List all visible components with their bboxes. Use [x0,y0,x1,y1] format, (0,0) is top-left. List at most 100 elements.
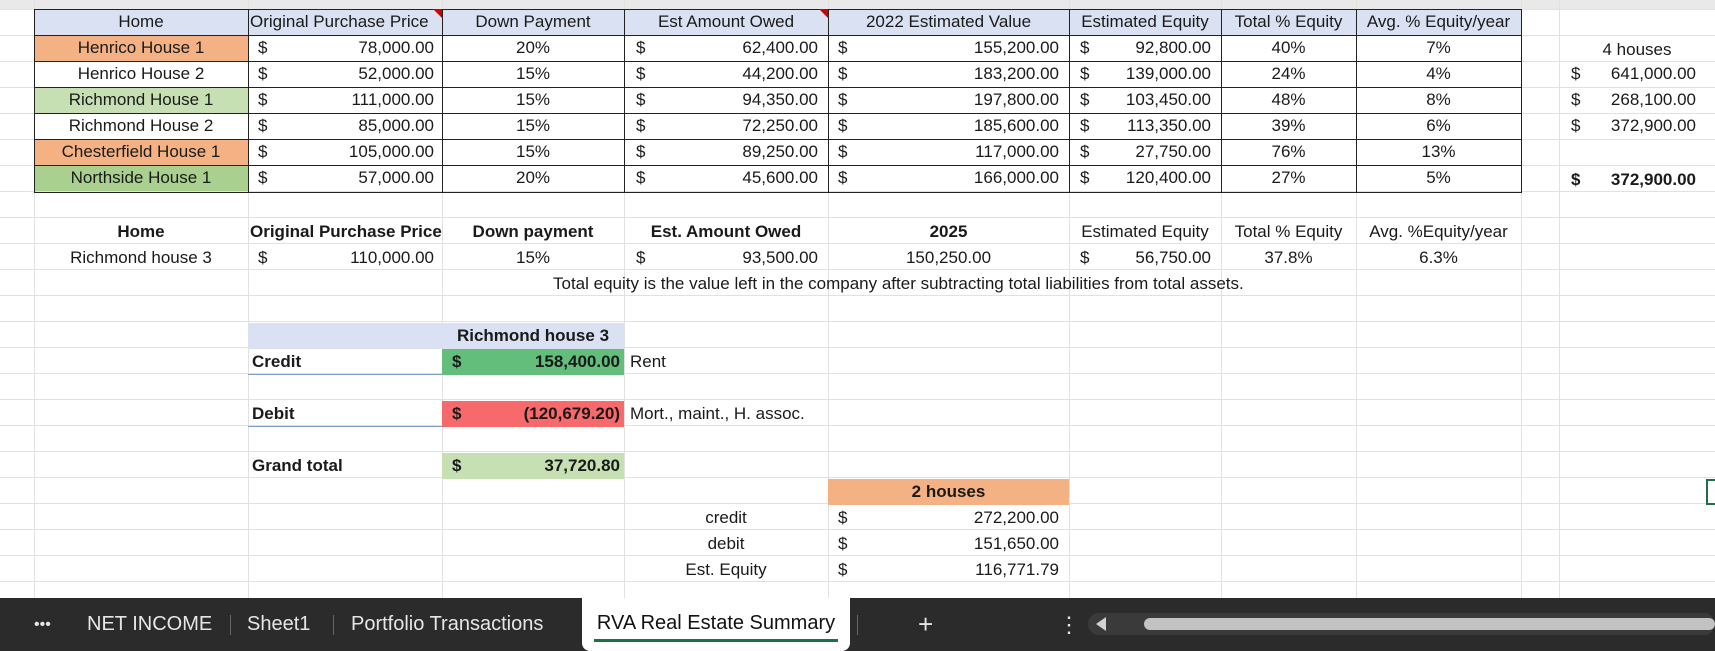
row-original-price[interactable]: 85,000.00 [262,113,438,139]
side-label-4-houses[interactable]: 4 houses [1559,37,1715,63]
credit-value[interactable]: 158,400.00 [442,349,624,375]
table2-header-home[interactable]: Home [34,219,248,245]
row-down-payment[interactable]: 15% [442,113,624,139]
ledger-title[interactable]: Richmond house 3 [442,323,624,349]
row-2022-value[interactable]: 197,800.00 [852,87,1063,113]
row-est-owed[interactable]: 62,400.00 [650,35,822,61]
header-original-price[interactable]: Original Purchase Price [248,9,442,35]
row-home-name[interactable]: Chesterfield House 1 [34,139,248,165]
row-estimated-equity[interactable]: 120,400.00 [1094,165,1215,191]
header-down-payment[interactable]: Down Payment [442,9,624,35]
row-original-price[interactable]: 52,000.00 [262,61,438,87]
tab-rva-real-estate-summary[interactable]: RVA Real Estate Summary [582,598,850,651]
row-total-pct[interactable]: 48% [1221,87,1356,113]
row-estimated-equity[interactable]: 139,000.00 [1094,61,1215,87]
credit-label[interactable]: Credit [248,349,442,375]
tab-portfolio-transactions[interactable]: Portfolio Transactions [351,598,543,651]
row-down-payment[interactable]: 20% [442,165,624,191]
table2-owed[interactable]: 93,500.00 [650,245,822,271]
debit-note[interactable]: Mort., maint., H. assoc. [626,401,836,427]
row-down-payment[interactable]: 15% [442,61,624,87]
row-2022-value[interactable]: 155,200.00 [852,35,1063,61]
side-value[interactable]: 268,100.00 [1585,87,1700,113]
row-avg-pct[interactable]: 4% [1356,61,1521,87]
header-home[interactable]: Home [34,9,248,35]
two-houses-title[interactable]: 2 houses [828,479,1069,505]
debit-value[interactable]: (120,679.20) [442,401,624,427]
row-estimated-equity[interactable]: 92,800.00 [1094,35,1215,61]
two-houses-value[interactable]: 151,650.00 [852,531,1063,557]
row-2022-value[interactable]: 166,000.00 [852,165,1063,191]
credit-note[interactable]: Rent [626,349,726,375]
row-est-owed[interactable]: 44,200.00 [650,61,822,87]
row-estimated-equity[interactable]: 113,350.00 [1094,113,1215,139]
header-total-pct-equity[interactable]: Total % Equity [1221,9,1356,35]
table2-header-price[interactable]: Original Purchase Price [248,219,442,245]
row-home-name[interactable]: Northside House 1 [34,165,248,191]
row-home-name[interactable]: Henrico House 1 [34,35,248,61]
row-est-owed[interactable]: 45,600.00 [650,165,822,191]
header-avg-pct-equity[interactable]: Avg. % Equity/year [1356,9,1521,35]
row-est-owed[interactable]: 94,350.00 [650,87,822,113]
side-value[interactable]: 372,900.00 [1585,113,1700,139]
table2-avg-pct[interactable]: 6.3% [1356,245,1521,271]
row-down-payment[interactable]: 15% [442,87,624,113]
grand-total-value[interactable]: 37,720.80 [442,453,624,479]
row-avg-pct[interactable]: 6% [1356,113,1521,139]
table2-total-pct[interactable]: 37.8% [1221,245,1356,271]
table2-header-total-pct[interactable]: Total % Equity [1221,219,1356,245]
debit-label[interactable]: Debit [248,401,442,427]
row-est-owed[interactable]: 72,250.00 [650,113,822,139]
sheet-options-icon[interactable]: ⋮ [1058,598,1080,651]
scroll-left-arrow-icon[interactable] [1096,617,1106,631]
row-down-payment[interactable]: 15% [442,139,624,165]
row-total-pct[interactable]: 24% [1221,61,1356,87]
two-houses-value[interactable]: 272,200.00 [852,505,1063,531]
row-home-name[interactable]: Richmond House 1 [34,87,248,113]
tab-sheet1[interactable]: Sheet1 [247,598,310,651]
table2-home[interactable]: Richmond house 3 [34,245,248,271]
header-2022-value[interactable]: 2022 Estimated Value [828,9,1069,35]
equity-definition-note[interactable]: Total equity is the value left in the co… [549,271,1349,297]
table2-down[interactable]: 15% [442,245,624,271]
row-avg-pct[interactable]: 7% [1356,35,1521,61]
row-original-price[interactable]: 105,000.00 [262,139,438,165]
row-2022-value[interactable]: 185,600.00 [852,113,1063,139]
row-est-owed[interactable]: 89,250.00 [650,139,822,165]
horizontal-scrollbar[interactable] [1088,613,1715,635]
table2-header-avg-pct[interactable]: Avg. %Equity/year [1356,219,1521,245]
row-estimated-equity[interactable]: 27,750.00 [1094,139,1215,165]
row-avg-pct[interactable]: 13% [1356,139,1521,165]
table2-header-down[interactable]: Down payment [442,219,624,245]
add-sheet-icon[interactable]: + [918,598,933,651]
table2-value[interactable]: 150,250.00 [828,245,1069,271]
row-2022-value[interactable]: 183,200.00 [852,61,1063,87]
two-houses-label[interactable]: credit [624,505,828,531]
row-home-name[interactable]: Henrico House 2 [34,61,248,87]
row-avg-pct[interactable]: 8% [1356,87,1521,113]
row-home-name[interactable]: Richmond House 2 [34,113,248,139]
header-est-amount-owed[interactable]: Est Amount Owed [624,9,828,35]
spreadsheet-grid[interactable]: Home Original Purchase Price Down Paymen… [0,0,1715,598]
row-original-price[interactable]: 57,000.00 [262,165,438,191]
row-total-pct[interactable]: 76% [1221,139,1356,165]
row-avg-pct[interactable]: 5% [1356,165,1521,191]
table2-header-2025[interactable]: 2025 [828,219,1069,245]
side-value[interactable]: 641,000.00 [1585,61,1700,87]
two-houses-value[interactable]: 116,771.79 [852,557,1063,583]
row-total-pct[interactable]: 39% [1221,113,1356,139]
scrollbar-thumb[interactable] [1144,618,1715,630]
table2-price[interactable]: 110,000.00 [262,245,438,271]
side-total-value[interactable]: 372,900.00 [1585,167,1700,193]
selected-cell-indicator[interactable] [1706,479,1715,505]
row-original-price[interactable]: 111,000.00 [262,87,438,113]
row-estimated-equity[interactable]: 103,450.00 [1094,87,1215,113]
two-houses-label[interactable]: debit [624,531,828,557]
row-original-price[interactable]: 78,000.00 [262,35,438,61]
two-houses-label[interactable]: Est. Equity [624,557,828,583]
table2-header-equity[interactable]: Estimated Equity [1069,219,1221,245]
tab-net-income[interactable]: NET INCOME [87,598,212,651]
table2-equity[interactable]: 56,750.00 [1094,245,1215,271]
header-estimated-equity[interactable]: Estimated Equity [1069,9,1221,35]
row-total-pct[interactable]: 27% [1221,165,1356,191]
